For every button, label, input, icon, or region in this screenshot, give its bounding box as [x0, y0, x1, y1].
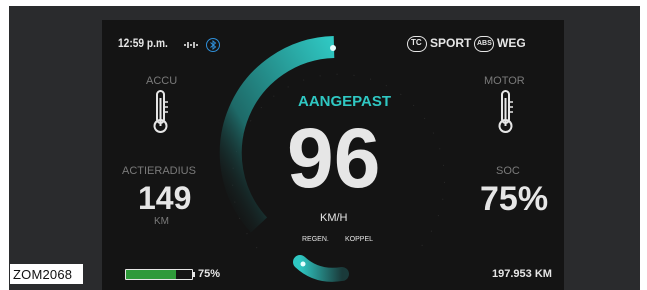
clock: 12:59 p.m. — [118, 36, 168, 50]
drive-mode-label: SPORT — [430, 36, 472, 50]
road-mode-label: WEG — [497, 36, 526, 50]
battery-bar-fill — [126, 270, 176, 279]
torque-label: KOPPEL — [345, 236, 374, 243]
thermometer-icon — [153, 90, 168, 133]
battery-bar — [125, 269, 193, 280]
range-unit: KM — [154, 216, 169, 227]
dashboard-screen: 12:59 p.m. TC SPORT ABS WEG ACCU ACTIERA… — [102, 20, 564, 290]
soc-label: SOC — [496, 165, 520, 177]
speed-value: 96 — [287, 111, 381, 205]
range-value: 149 — [138, 180, 192, 216]
regen-label: REGEN. — [302, 236, 329, 243]
bluetooth-icon — [206, 38, 220, 52]
battery-temp-label: ACCU — [146, 75, 178, 87]
motor-temp-label: MOTOR — [484, 75, 525, 87]
range-label: ACTIERADIUS — [122, 165, 196, 177]
traction-badge-text: TC — [411, 38, 422, 47]
speed-unit: KM/H — [320, 212, 348, 224]
odometer: 197.953 KM — [492, 268, 552, 280]
gauge-arc-end-dot — [330, 45, 336, 51]
image-frame: 12:59 p.m. TC SPORT ABS WEG ACCU ACTIERA… — [9, 6, 640, 290]
figure-label-text: ZOM2068 — [13, 267, 73, 282]
soc-value: 75% — [480, 180, 549, 218]
abs-badge-text: ABS — [477, 40, 492, 47]
drive-mode-title: AANGEPAST — [298, 93, 392, 110]
power-arc — [293, 255, 349, 282]
power-arc-dot — [300, 261, 306, 267]
battery-bar-tip — [193, 272, 195, 277]
signal-dots-icon — [184, 42, 198, 48]
figure-label: ZOM2068 — [10, 264, 83, 284]
abs-badge: ABS — [474, 36, 494, 52]
traction-control-badge: TC — [407, 36, 427, 52]
motor-thermometer-icon — [498, 90, 513, 133]
battery-percent-text: 75% — [198, 268, 221, 280]
